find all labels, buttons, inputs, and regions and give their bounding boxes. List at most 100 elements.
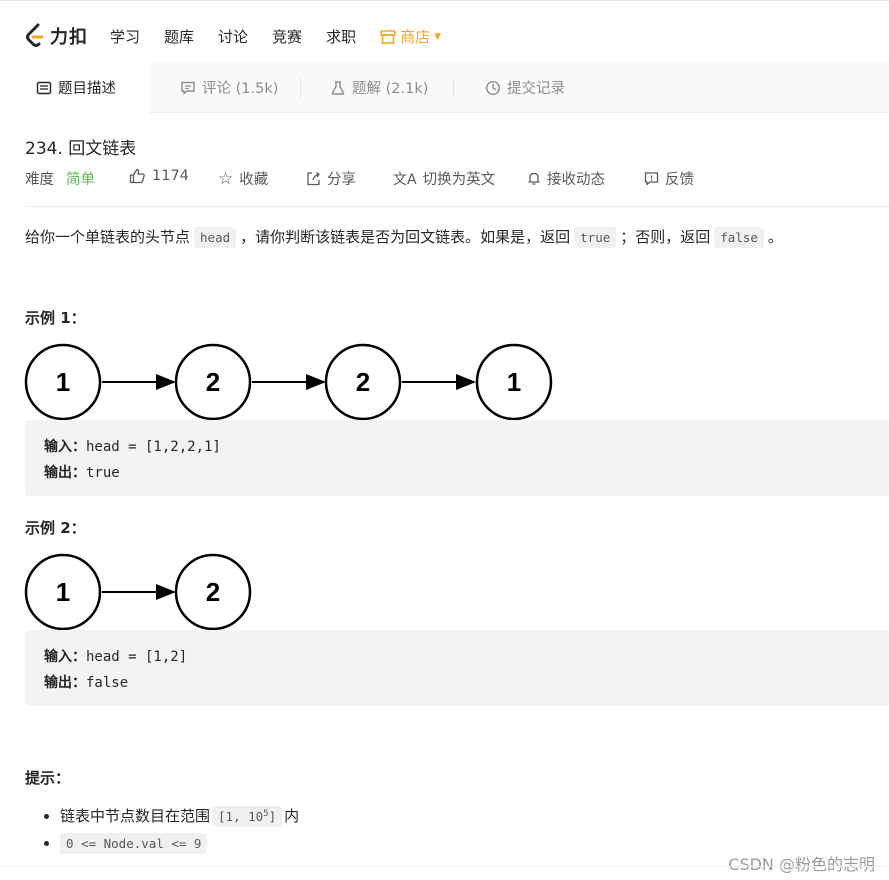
tab-submissions[interactable]: 提交记录 xyxy=(485,62,565,113)
hint-text: 内 xyxy=(284,807,300,826)
share-button[interactable]: 分享 xyxy=(306,168,356,189)
inline-code: false xyxy=(714,227,764,248)
watermark: CSDN @粉色的志明 xyxy=(728,855,875,874)
nav-jobs[interactable]: 求职 xyxy=(326,26,356,47)
favorite-button[interactable]: ☆ 收藏 xyxy=(218,168,268,189)
output-label: 输出： xyxy=(44,465,86,481)
clock-icon xyxy=(485,80,501,95)
like-count: 1174 xyxy=(152,168,189,184)
inline-code: [1, 105] xyxy=(212,806,283,828)
node-value: 2 xyxy=(206,367,220,397)
subscribe-label: 接收动态 xyxy=(547,172,605,188)
flask-icon xyxy=(331,80,345,95)
example-code-block: 输入：head = [1,2,2,1] 输出：true xyxy=(25,420,889,496)
nav-contest[interactable]: 竞赛 xyxy=(272,26,302,47)
desc-text: ，请你判断该链表是否为回文链表。如果是，返回 xyxy=(240,228,571,246)
inline-code: true xyxy=(574,227,617,248)
tab-comments[interactable]: 评论 (1.5k) xyxy=(180,62,278,113)
leetcode-logo-icon xyxy=(26,23,44,47)
output-value: false xyxy=(86,675,129,691)
top-navbar: 力扣 学习 题库 讨论 竞赛 求职 商店 ▼ xyxy=(0,0,889,62)
thumbs-up-icon xyxy=(129,168,145,184)
tab-description-label: 题目描述 xyxy=(58,81,116,97)
linked-list-diagram: 1 2 xyxy=(24,553,252,631)
problem-meta: 难度 简单 1174 ☆ 收藏 分享 文A 切换为英文 接收动态 反馈 xyxy=(25,168,885,189)
list-node: 2 xyxy=(174,343,252,421)
tab-divider xyxy=(300,78,301,98)
tab-divider xyxy=(453,78,454,98)
example-output-line: 输出：true xyxy=(44,460,870,486)
difficulty: 难度 简单 xyxy=(25,168,95,189)
share-icon xyxy=(307,171,320,186)
desc-text: 。 xyxy=(767,228,783,246)
node-value: 1 xyxy=(56,367,70,397)
difficulty-badge: 简单 xyxy=(66,172,95,188)
feedback-icon xyxy=(644,172,659,186)
example-input-line: 输入：head = [1,2] xyxy=(44,644,870,670)
list-node: 2 xyxy=(324,343,402,421)
list-node: 2 xyxy=(174,553,252,631)
language-toggle-label: 切换为英文 xyxy=(422,172,496,188)
star-icon: ☆ xyxy=(218,168,234,189)
problem-tabs: 题目描述 评论 (1.5k) 题解 (2.1k) 提交记录 xyxy=(0,62,889,113)
node-value: 1 xyxy=(56,577,70,607)
subscribe-button[interactable]: 接收动态 xyxy=(527,168,605,189)
divider xyxy=(0,866,889,867)
comment-icon xyxy=(181,81,195,94)
list-item: 0 <= Node.val <= 9 xyxy=(60,832,299,855)
list-node: 1 xyxy=(24,553,102,631)
translate-icon: 文A xyxy=(393,171,417,188)
feedback-label: 反馈 xyxy=(665,172,694,188)
output-label: 输出： xyxy=(44,675,86,691)
hint-text: 链表中节点数目在范围 xyxy=(60,807,211,826)
divider xyxy=(25,206,889,207)
input-value: head = [1,2] xyxy=(86,649,188,665)
list-node: 1 xyxy=(475,343,553,421)
nav-discuss[interactable]: 讨论 xyxy=(218,26,248,47)
tab-submissions-label: 提交记录 xyxy=(507,81,565,97)
hints-list: 链表中节点数目在范围[1, 105]内 0 <= Node.val <= 9 xyxy=(60,803,299,859)
inline-code: head xyxy=(194,227,237,248)
leetcode-logo[interactable]: 力扣 xyxy=(24,23,88,49)
linked-list-diagram: 1 2 2 1 xyxy=(24,343,553,421)
tab-solutions-label: 题解 (2.1k) xyxy=(352,81,429,97)
store-icon xyxy=(380,29,396,44)
hints-heading: 提示： xyxy=(25,769,71,787)
description-icon xyxy=(36,81,52,94)
nav-learn[interactable]: 学习 xyxy=(110,26,140,47)
chevron-down-icon: ▼ xyxy=(434,31,442,42)
feedback-button[interactable]: 反馈 xyxy=(644,168,694,189)
favorite-label: 收藏 xyxy=(239,172,269,188)
nav-shop[interactable]: 商店 ▼ xyxy=(380,26,441,47)
desc-text: ；否则，返回 xyxy=(620,228,711,246)
example-code-block: 输入：head = [1,2] 输出：false xyxy=(25,630,889,706)
input-value: head = [1,2,2,1] xyxy=(86,439,221,455)
main-nav: 学习 题库 讨论 竞赛 求职 商店 ▼ xyxy=(110,26,465,47)
brand-name: 力扣 xyxy=(50,27,88,48)
tab-comments-label: 评论 (1.5k) xyxy=(202,81,279,97)
tab-description[interactable]: 题目描述 xyxy=(0,62,149,113)
node-value: 2 xyxy=(356,367,370,397)
example-output-line: 输出：false xyxy=(44,670,870,696)
example-input-line: 输入：head = [1,2,2,1] xyxy=(44,434,870,460)
problem-description: 给你一个单链表的头节点 head ，请你判断该链表是否为回文链表。如果是，返回 tru… xyxy=(25,226,783,248)
constraint-code: ] xyxy=(268,809,277,825)
input-label: 输入： xyxy=(44,439,86,455)
example-heading: 示例 1： xyxy=(25,309,86,327)
nav-shop-label: 商店 xyxy=(400,28,431,46)
list-item: 链表中节点数目在范围[1, 105]内 xyxy=(60,803,299,828)
constraint-code: [1, 10 xyxy=(218,809,264,825)
bell-icon xyxy=(528,172,540,185)
tab-solutions[interactable]: 题解 (2.1k) xyxy=(330,62,428,113)
problem-title: 234. 回文链表 xyxy=(25,139,137,159)
inline-code: 0 <= Node.val <= 9 xyxy=(60,833,208,855)
node-value: 1 xyxy=(507,367,521,397)
share-label: 分享 xyxy=(327,172,356,188)
like-button[interactable]: 1174 xyxy=(129,168,189,184)
desc-text: 给你一个单链表的头节点 xyxy=(25,228,191,246)
language-toggle-button[interactable]: 文A 切换为英文 xyxy=(393,168,495,189)
difficulty-label: 难度 xyxy=(25,172,54,188)
example-heading: 示例 2： xyxy=(25,519,86,537)
list-node: 1 xyxy=(24,343,102,421)
nav-problems[interactable]: 题库 xyxy=(164,26,194,47)
